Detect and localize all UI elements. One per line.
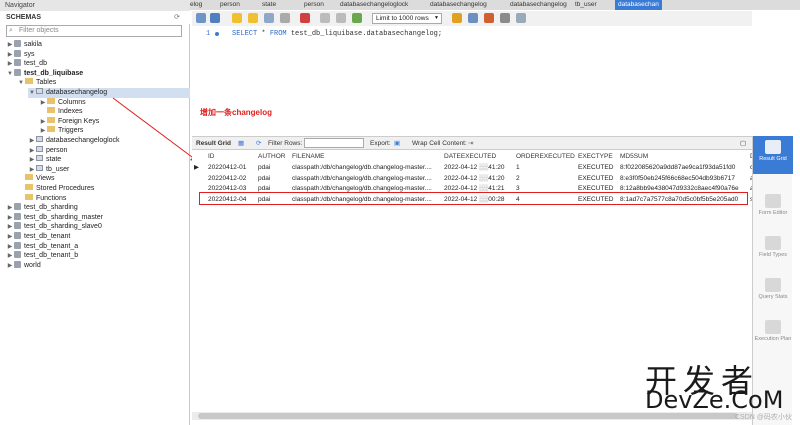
- table-cell[interactable]: EXECUTED: [578, 174, 618, 184]
- side-panel-label: Query Stats: [758, 294, 788, 300]
- table-row[interactable]: 20220412-02 pdai classpath:/db/changelog/d…: [192, 174, 752, 184]
- column-header[interactable]: DATEEXECUTED: [444, 152, 496, 162]
- table-cell[interactable]: 20220412-01: [208, 163, 256, 173]
- table-cell[interactable]: 20220412-02: [208, 174, 256, 184]
- watermark-site: DevZe.CoM: [645, 386, 784, 414]
- table-cell[interactable]: pdai: [258, 163, 290, 173]
- table-cell[interactable]: 2: [516, 174, 576, 184]
- column-header[interactable]: FILENAME: [292, 152, 325, 162]
- table-cell[interactable]: EXECUTED: [578, 163, 618, 173]
- table-cell[interactable]: pdai: [258, 174, 290, 184]
- panel-icon: [765, 320, 781, 334]
- side-panel-label: Result Grid: [759, 156, 787, 162]
- result-grid-label[interactable]: Result Grid: [196, 137, 231, 150]
- column-header[interactable]: AUTHOR: [258, 152, 285, 162]
- refresh-grid-icon[interactable]: ⟳: [256, 137, 261, 150]
- table-cell[interactable]: classpath:/db/changelog/db.changelog-mas…: [292, 174, 442, 184]
- table-cell[interactable]: 8:e3f0f50eb245f66c68ec504db93b6717: [620, 174, 748, 184]
- panel-icon: [765, 140, 781, 154]
- row-pointer-icon: ▶: [194, 164, 199, 171]
- export-label: Export:: [370, 140, 391, 147]
- column-header[interactable]: ID: [208, 152, 215, 162]
- table-cell[interactable]: 8:f022085620a9dd87ae9ca1f93da51fd0: [620, 163, 748, 173]
- grid-icon[interactable]: ▦: [238, 137, 244, 150]
- table-cell[interactable]: classpath:/db/changelog/db.changelog-mas…: [292, 163, 442, 173]
- side-panel-label: Form Editor: [758, 210, 788, 216]
- table-row[interactable]: ▶ 20220412-01 pdai classpath:/db/changelog/…: [192, 163, 752, 173]
- column-header[interactable]: MD5SUM: [620, 152, 648, 162]
- table-cell[interactable]: 2022-04-12 ░░41:20: [444, 174, 514, 184]
- wrap-cell-label: Wrap Cell Content:: [412, 140, 467, 147]
- side-panel-button[interactable]: Form Editor: [753, 190, 793, 228]
- highlight-box: [199, 192, 748, 205]
- wrap-icon[interactable]: ⇥: [468, 137, 473, 150]
- table-cell[interactable]: 2022-04-12 ░░41:20: [444, 163, 514, 173]
- filter-rows-input[interactable]: [304, 138, 364, 148]
- side-panel-button[interactable]: Field Types: [753, 232, 793, 270]
- panel-icon: [765, 278, 781, 292]
- side-panel-label: Field Types: [758, 252, 788, 258]
- arrow-line: [112, 97, 197, 161]
- watermark-credit: CSDN @码农小伙: [735, 414, 792, 421]
- side-panel-button[interactable]: Execution Plan: [753, 316, 793, 354]
- panel-icon: [765, 194, 781, 208]
- export-icon[interactable]: ▣: [394, 137, 400, 150]
- panel-icon: [765, 236, 781, 250]
- side-panel-button[interactable]: Result Grid: [753, 136, 793, 174]
- side-panel-label: Execution Plan: [754, 336, 792, 342]
- table-cell[interactable]: 1: [516, 163, 576, 173]
- result-toolbar: Result Grid ▦ ⟳ Filter Rows: Export: ▣ W…: [192, 136, 752, 150]
- column-header[interactable]: EXECTYPE: [578, 152, 613, 162]
- column-header[interactable]: ORDEREXECUTED: [516, 152, 575, 162]
- panel-toggle-icon[interactable]: ▢: [740, 137, 746, 150]
- filter-rows-label: Filter Rows:: [268, 140, 303, 147]
- side-panel-button[interactable]: Query Stats: [753, 274, 793, 312]
